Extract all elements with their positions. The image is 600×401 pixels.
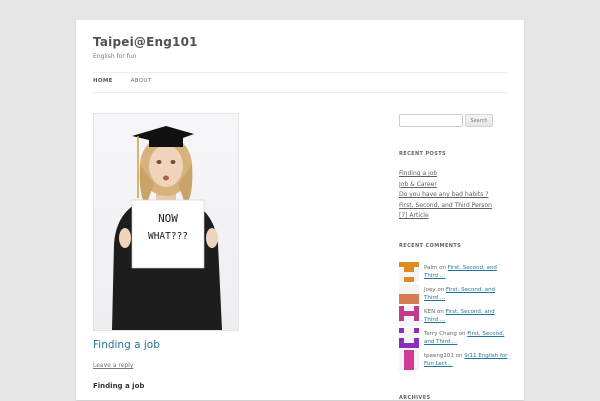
featured-image[interactable]: NOW WHAT??? (93, 113, 239, 331)
search-input[interactable] (399, 114, 463, 127)
comment-author: tpeeng101 (424, 353, 454, 359)
site-title[interactable]: Taipei@Eng101 (93, 35, 198, 49)
avatar[interactable] (399, 262, 419, 282)
search-button[interactable]: Search (465, 114, 493, 127)
comment-on-word: on (455, 353, 463, 359)
sign-text-line1: NOW (158, 212, 178, 225)
comment-item: Palm on First, Second, and Third … (399, 262, 509, 284)
recent-post-link[interactable]: Do you have any bad habits ? (399, 191, 488, 198)
list-item: First, Second, and Third Person (399, 202, 492, 213)
comment-item: KEN on First, Second, and Third … (399, 306, 509, 328)
avatar[interactable] (399, 328, 419, 348)
comment-author: Joey (424, 287, 436, 293)
nav-divider-bottom (93, 92, 508, 93)
page-container: Taipei@Eng101 English for fun HOME ABOUT (76, 20, 524, 401)
recent-posts-list: Finding a job Job & Career Do you have a… (399, 170, 492, 223)
nav-item-home[interactable]: HOME (93, 78, 113, 84)
nav-divider-top (93, 72, 508, 73)
comment-item: Terry Chang on First, Second, and Third … (399, 328, 509, 350)
recent-post-link[interactable]: Finding a job (399, 170, 437, 177)
recent-post-link[interactable]: Job & Career (399, 181, 437, 188)
avatar[interactable] (399, 306, 419, 326)
recent-post-link[interactable]: [7] Article (399, 212, 429, 219)
recent-comments-title: RECENT COMMENTS (399, 243, 462, 249)
list-item: Job & Career (399, 181, 492, 192)
avatar[interactable] (399, 350, 419, 370)
comment-author: KEN (424, 309, 436, 315)
site-description: English for fun (93, 53, 137, 60)
avatar[interactable] (399, 284, 419, 304)
main-navigation: HOME ABOUT (93, 78, 151, 84)
comment-on-word: on (436, 309, 444, 315)
nav-item-about[interactable]: ABOUT (131, 78, 152, 84)
comment-author: Palm (424, 265, 438, 271)
graduate-illustration: NOW WHAT??? (112, 126, 222, 330)
list-item: [7] Article (399, 212, 492, 223)
entry-title: Finding a job (93, 382, 145, 390)
sign-text-line2: WHAT??? (148, 231, 188, 242)
list-item: Do you have any bad habits ? (399, 191, 492, 202)
archives-title: ARCHIVES (399, 395, 431, 401)
comment-item: Joey on First, Second, and Third … (399, 284, 509, 306)
comment-on-word: on (458, 331, 466, 337)
recent-posts-title: RECENT POSTS (399, 151, 447, 157)
post-title-link[interactable]: Finding a job (93, 339, 160, 351)
comment-item: tpeeng101 on 9/11 English for Fun Lect… (399, 350, 509, 372)
list-item: Finding a job (399, 170, 492, 181)
recent-comments-list: Palm on First, Second, and Third … Joey … (399, 262, 509, 372)
recent-post-link[interactable]: First, Second, and Third Person (399, 202, 492, 209)
comment-on-word: on (439, 265, 446, 271)
leave-reply-link[interactable]: Leave a reply (93, 362, 133, 369)
comment-author: Terry Chang (424, 331, 457, 337)
comment-on-word: on (437, 287, 445, 293)
comment-post-link[interactable]: First, Second, and Third … (424, 309, 495, 323)
